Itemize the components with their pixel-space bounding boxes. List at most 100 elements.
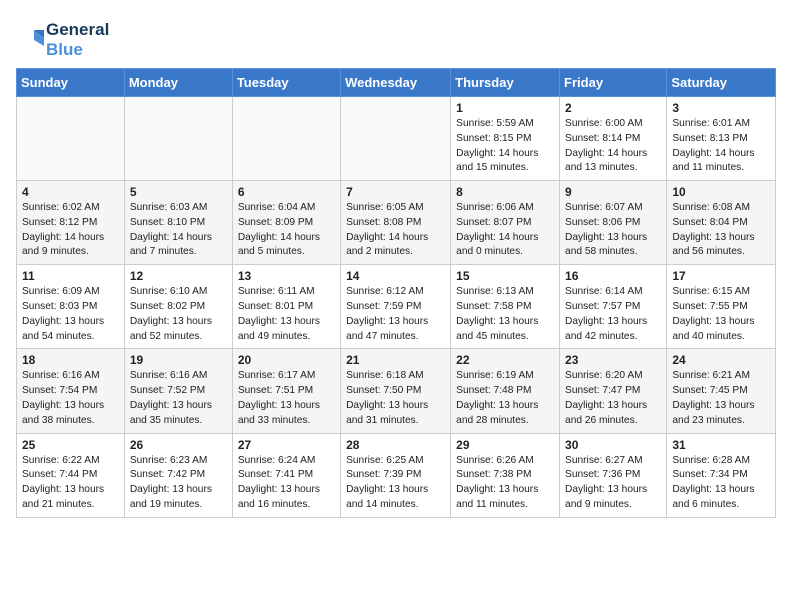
day-info: Sunrise: 6:24 AMSunset: 7:41 PMDaylight:… bbox=[238, 454, 335, 513]
day-number: 18 bbox=[22, 353, 119, 367]
day-info: Sunrise: 6:28 AMSunset: 7:34 PMDaylight:… bbox=[672, 454, 770, 513]
day-number: 9 bbox=[565, 185, 661, 199]
calendar-header-row: SundayMondayTuesdayWednesdayThursdayFrid… bbox=[17, 69, 776, 97]
day-info: Sunrise: 6:16 AMSunset: 7:54 PMDaylight:… bbox=[22, 369, 119, 428]
day-number: 3 bbox=[672, 101, 770, 115]
day-info: Sunrise: 6:18 AMSunset: 7:50 PMDaylight:… bbox=[346, 369, 445, 428]
calendar-cell: 2 Sunrise: 6:00 AMSunset: 8:14 PMDaylight… bbox=[560, 97, 667, 181]
header: General Blue bbox=[16, 16, 776, 60]
day-number: 13 bbox=[238, 269, 335, 283]
calendar-cell: 19 Sunrise: 6:16 AMSunset: 7:52 PMDayligh… bbox=[124, 349, 232, 433]
calendar-day-header: Monday bbox=[124, 69, 232, 97]
day-info: Sunrise: 6:06 AMSunset: 8:07 PMDaylight:… bbox=[456, 201, 554, 260]
day-number: 14 bbox=[346, 269, 445, 283]
calendar-cell bbox=[124, 97, 232, 181]
day-number: 15 bbox=[456, 269, 554, 283]
day-info: Sunrise: 6:09 AMSunset: 8:03 PMDaylight:… bbox=[22, 285, 119, 344]
calendar-cell: 28 Sunrise: 6:25 AMSunset: 7:39 PMDayligh… bbox=[341, 433, 451, 517]
calendar-cell: 21 Sunrise: 6:18 AMSunset: 7:50 PMDayligh… bbox=[341, 349, 451, 433]
calendar-cell: 22 Sunrise: 6:19 AMSunset: 7:48 PMDayligh… bbox=[451, 349, 560, 433]
day-info: Sunrise: 6:00 AMSunset: 8:14 PMDaylight:… bbox=[565, 117, 661, 176]
day-number: 27 bbox=[238, 438, 335, 452]
calendar-week-row: 4Sunrise: 6:02 AMSunset: 8:12 PMDaylight… bbox=[17, 181, 776, 265]
day-info: Sunrise: 6:03 AMSunset: 8:10 PMDaylight:… bbox=[130, 201, 227, 260]
day-number: 26 bbox=[130, 438, 227, 452]
day-number: 28 bbox=[346, 438, 445, 452]
day-number: 8 bbox=[456, 185, 554, 199]
day-number: 22 bbox=[456, 353, 554, 367]
day-number: 7 bbox=[346, 185, 445, 199]
calendar-cell: 7 Sunrise: 6:05 AMSunset: 8:08 PMDaylight… bbox=[341, 181, 451, 265]
calendar-cell: 11 Sunrise: 6:09 AMSunset: 8:03 PMDayligh… bbox=[17, 265, 125, 349]
calendar-cell: 6 Sunrise: 6:04 AMSunset: 8:09 PMDaylight… bbox=[232, 181, 340, 265]
day-number: 5 bbox=[130, 185, 227, 199]
logo-text: General Blue bbox=[46, 20, 109, 60]
day-info: Sunrise: 6:19 AMSunset: 7:48 PMDaylight:… bbox=[456, 369, 554, 428]
calendar-day-header: Friday bbox=[560, 69, 667, 97]
day-number: 16 bbox=[565, 269, 661, 283]
day-info: Sunrise: 6:14 AMSunset: 7:57 PMDaylight:… bbox=[565, 285, 661, 344]
day-number: 21 bbox=[346, 353, 445, 367]
calendar-cell: 16 Sunrise: 6:14 AMSunset: 7:57 PMDayligh… bbox=[560, 265, 667, 349]
day-info: Sunrise: 6:04 AMSunset: 8:09 PMDaylight:… bbox=[238, 201, 335, 260]
calendar-week-row: 18 Sunrise: 6:16 AMSunset: 7:54 PMDayligh… bbox=[17, 349, 776, 433]
day-info: Sunrise: 6:26 AMSunset: 7:38 PMDaylight:… bbox=[456, 454, 554, 513]
logo-icon bbox=[16, 26, 44, 54]
calendar-cell: 5 Sunrise: 6:03 AMSunset: 8:10 PMDaylight… bbox=[124, 181, 232, 265]
day-number: 11 bbox=[22, 269, 119, 283]
calendar-cell: 3 Sunrise: 6:01 AMSunset: 8:13 PMDaylight… bbox=[667, 97, 776, 181]
calendar-cell: 12Sunrise: 6:10 AMSunset: 8:02 PMDayligh… bbox=[124, 265, 232, 349]
day-info: Sunrise: 6:16 AMSunset: 7:52 PMDaylight:… bbox=[130, 369, 227, 428]
day-number: 24 bbox=[672, 353, 770, 367]
calendar-cell bbox=[232, 97, 340, 181]
day-info: Sunrise: 6:07 AMSunset: 8:06 PMDaylight:… bbox=[565, 201, 661, 260]
calendar-cell: 10Sunrise: 6:08 AMSunset: 8:04 PMDayligh… bbox=[667, 181, 776, 265]
day-info: Sunrise: 6:17 AMSunset: 7:51 PMDaylight:… bbox=[238, 369, 335, 428]
day-info: Sunrise: 6:01 AMSunset: 8:13 PMDaylight:… bbox=[672, 117, 770, 176]
calendar-cell: 13Sunrise: 6:11 AMSunset: 8:01 PMDayligh… bbox=[232, 265, 340, 349]
calendar-cell: 26Sunrise: 6:23 AMSunset: 7:42 PMDayligh… bbox=[124, 433, 232, 517]
day-number: 31 bbox=[672, 438, 770, 452]
calendar-table: SundayMondayTuesdayWednesdayThursdayFrid… bbox=[16, 68, 776, 518]
day-number: 23 bbox=[565, 353, 661, 367]
calendar-cell: 4Sunrise: 6:02 AMSunset: 8:12 PMDaylight… bbox=[17, 181, 125, 265]
calendar-week-row: 25Sunrise: 6:22 AMSunset: 7:44 PMDayligh… bbox=[17, 433, 776, 517]
calendar-cell: 25Sunrise: 6:22 AMSunset: 7:44 PMDayligh… bbox=[17, 433, 125, 517]
day-number: 6 bbox=[238, 185, 335, 199]
day-number: 1 bbox=[456, 101, 554, 115]
day-info: Sunrise: 6:22 AMSunset: 7:44 PMDaylight:… bbox=[22, 454, 119, 513]
day-info: Sunrise: 6:27 AMSunset: 7:36 PMDaylight:… bbox=[565, 454, 661, 513]
day-number: 19 bbox=[130, 353, 227, 367]
calendar-cell: 1Sunrise: 5:59 AMSunset: 8:15 PMDaylight… bbox=[451, 97, 560, 181]
calendar-cell bbox=[341, 97, 451, 181]
day-number: 4 bbox=[22, 185, 119, 199]
calendar-cell: 27 Sunrise: 6:24 AMSunset: 7:41 PMDayligh… bbox=[232, 433, 340, 517]
calendar-cell: 20 Sunrise: 6:17 AMSunset: 7:51 PMDayligh… bbox=[232, 349, 340, 433]
calendar-cell: 29 Sunrise: 6:26 AMSunset: 7:38 PMDayligh… bbox=[451, 433, 560, 517]
day-number: 20 bbox=[238, 353, 335, 367]
day-info: Sunrise: 6:13 AMSunset: 7:58 PMDaylight:… bbox=[456, 285, 554, 344]
calendar-cell: 15 Sunrise: 6:13 AMSunset: 7:58 PMDayligh… bbox=[451, 265, 560, 349]
day-number: 17 bbox=[672, 269, 770, 283]
calendar-day-header: Wednesday bbox=[341, 69, 451, 97]
calendar-cell: 8 Sunrise: 6:06 AMSunset: 8:07 PMDaylight… bbox=[451, 181, 560, 265]
calendar-day-header: Sunday bbox=[17, 69, 125, 97]
calendar-cell: 14 Sunrise: 6:12 AMSunset: 7:59 PMDayligh… bbox=[341, 265, 451, 349]
calendar-day-header: Saturday bbox=[667, 69, 776, 97]
calendar-cell: 30 Sunrise: 6:27 AMSunset: 7:36 PMDayligh… bbox=[560, 433, 667, 517]
day-number: 29 bbox=[456, 438, 554, 452]
day-info: Sunrise: 6:05 AMSunset: 8:08 PMDaylight:… bbox=[346, 201, 445, 260]
day-info: Sunrise: 6:08 AMSunset: 8:04 PMDaylight:… bbox=[672, 201, 770, 260]
day-number: 2 bbox=[565, 101, 661, 115]
calendar-day-header: Thursday bbox=[451, 69, 560, 97]
calendar-week-row: 1Sunrise: 5:59 AMSunset: 8:15 PMDaylight… bbox=[17, 97, 776, 181]
page: General Blue SundayMondayTuesdayWednesda… bbox=[0, 0, 792, 526]
calendar-cell: 17Sunrise: 6:15 AMSunset: 7:55 PMDayligh… bbox=[667, 265, 776, 349]
calendar-cell: 18 Sunrise: 6:16 AMSunset: 7:54 PMDayligh… bbox=[17, 349, 125, 433]
calendar-cell: 24Sunrise: 6:21 AMSunset: 7:45 PMDayligh… bbox=[667, 349, 776, 433]
day-info: Sunrise: 6:12 AMSunset: 7:59 PMDaylight:… bbox=[346, 285, 445, 344]
day-info: Sunrise: 6:10 AMSunset: 8:02 PMDaylight:… bbox=[130, 285, 227, 344]
day-number: 30 bbox=[565, 438, 661, 452]
day-info: Sunrise: 6:25 AMSunset: 7:39 PMDaylight:… bbox=[346, 454, 445, 513]
calendar-cell bbox=[17, 97, 125, 181]
